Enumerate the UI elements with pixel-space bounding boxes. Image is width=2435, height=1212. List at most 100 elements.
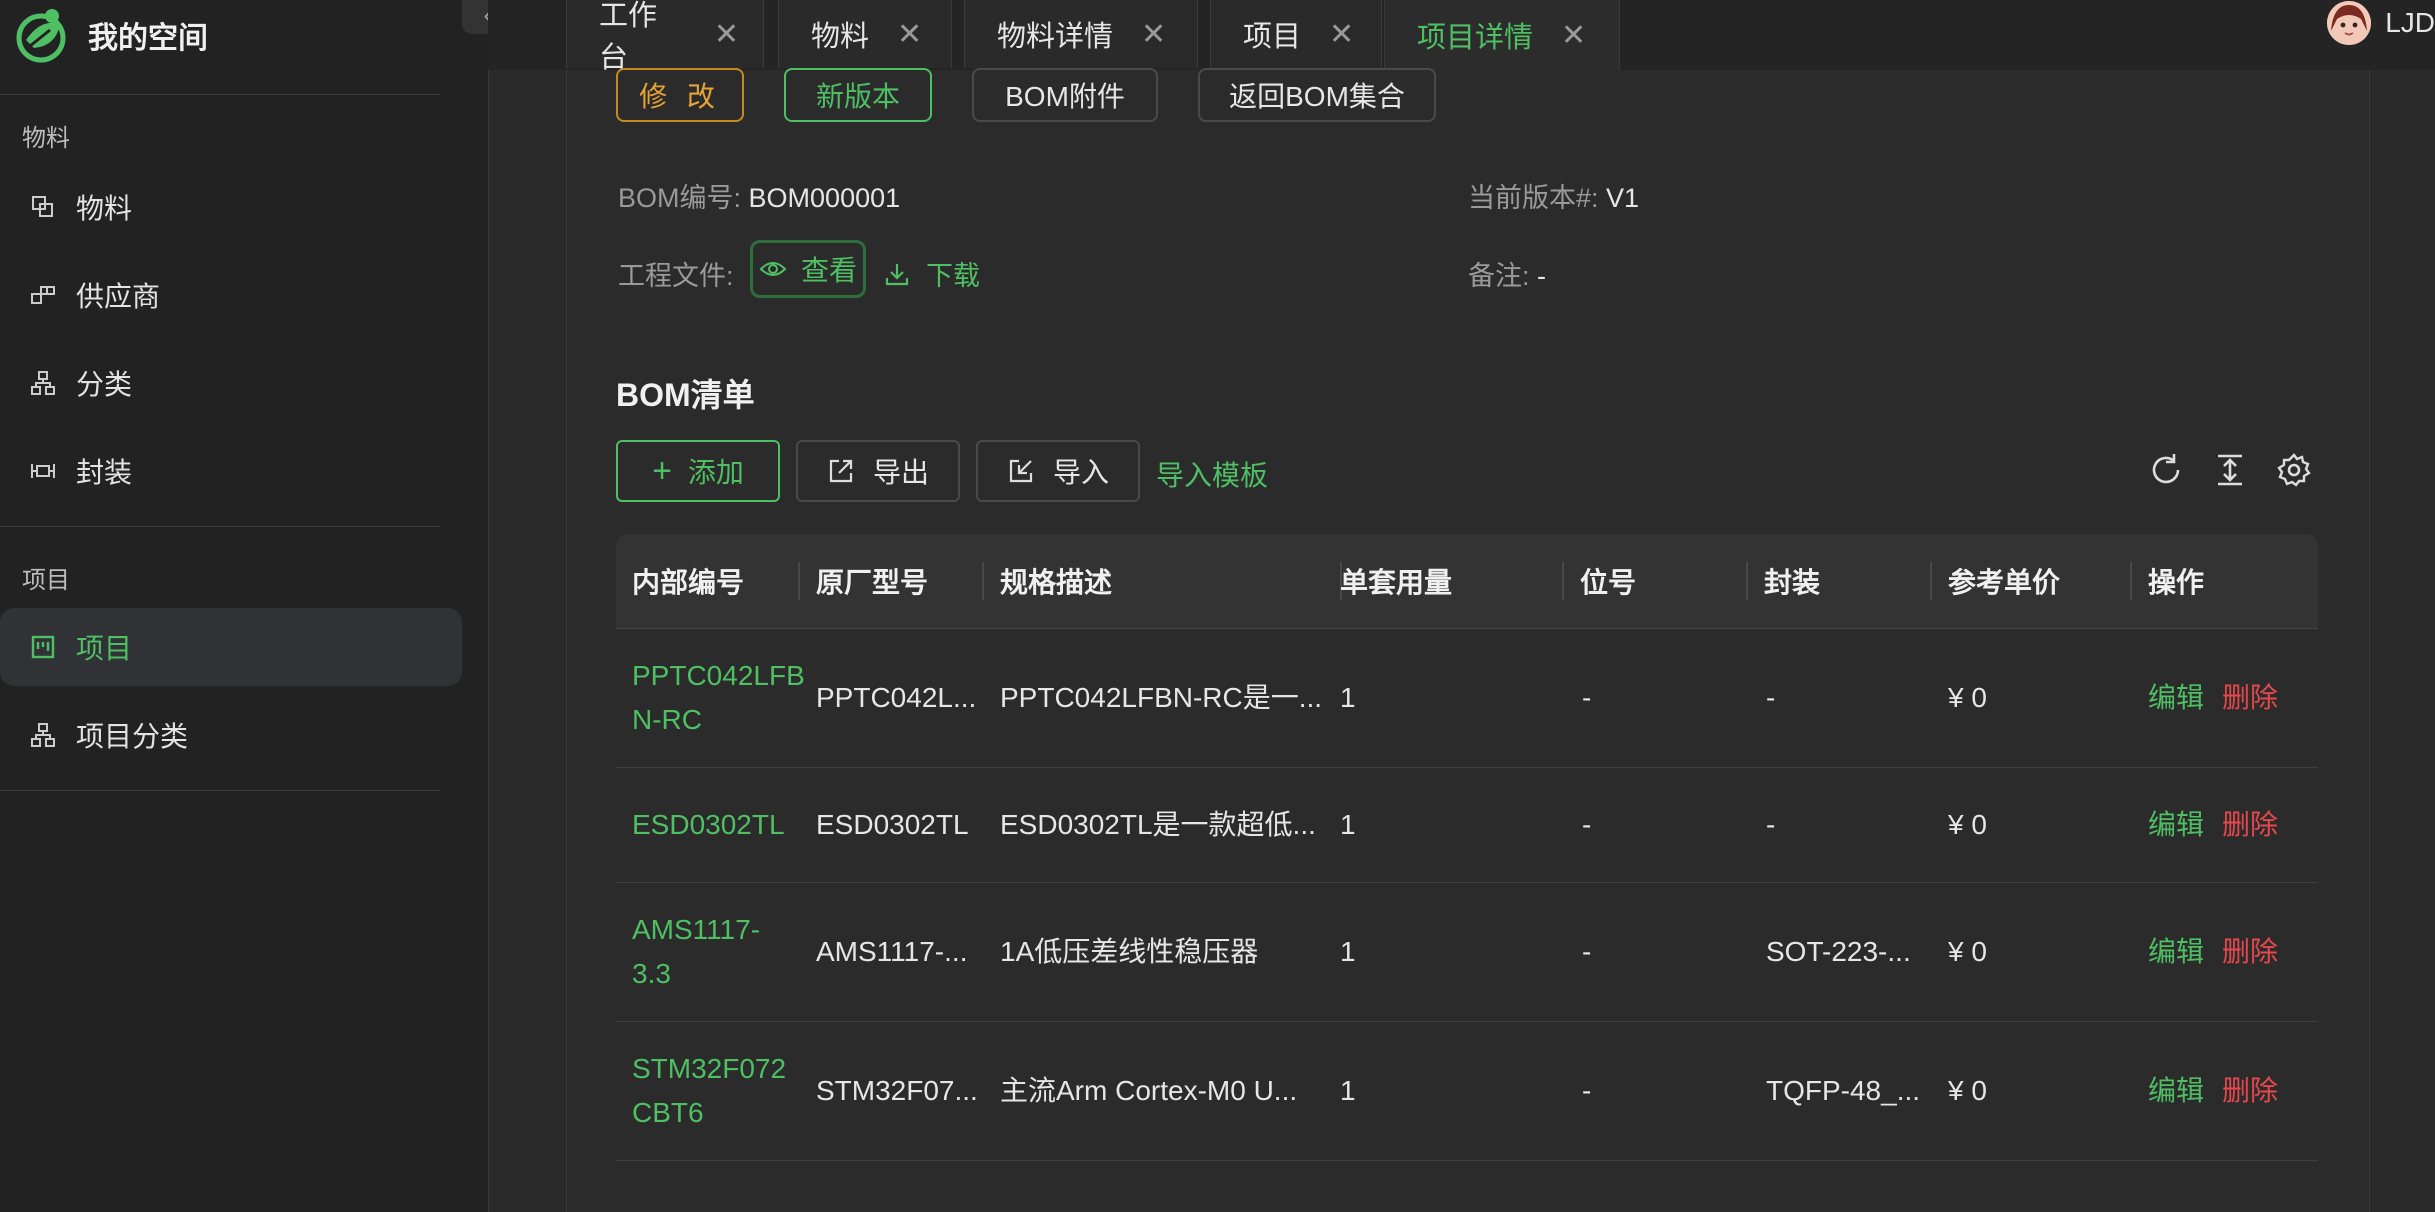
internal-code-link[interactable]: AMS1117- 3.3 [632, 883, 802, 1021]
sidebar-item-project-categories[interactable]: 项目分类 [0, 696, 462, 774]
close-icon[interactable]: ✕ [897, 17, 922, 52]
sidebar-item-label: 项目分类 [76, 721, 189, 752]
quantity-cell: 1 [1340, 1075, 1356, 1106]
view-file-button[interactable]: 查看 [750, 240, 866, 298]
edit-link[interactable]: 编辑 [2148, 676, 2204, 720]
model-cell: PPTC042L... [816, 682, 977, 713]
tab-material-detail[interactable]: 物料详情 ✕ [964, 0, 1198, 68]
column-divider [1930, 562, 1932, 600]
edit-link[interactable]: 编辑 [2148, 930, 2204, 974]
new-version-button[interactable]: 新版本 [784, 68, 932, 122]
delete-link[interactable]: 删除 [2222, 676, 2278, 720]
sidebar-item-suppliers[interactable]: 供应商 [0, 256, 462, 334]
eye-icon [759, 262, 787, 276]
delete-link[interactable]: 删除 [2222, 1069, 2278, 1113]
position-cell: - [1582, 1075, 1592, 1106]
view-label: 查看 [800, 255, 857, 286]
tab-label: 项目 [1243, 21, 1302, 53]
bom-no-label: BOM编号: [618, 183, 742, 213]
sidebar-group-title: 项目 [22, 567, 70, 594]
note-value: - [1537, 261, 1547, 291]
delete-link[interactable]: 删除 [2222, 803, 2278, 847]
avatar [2327, 1, 2372, 45]
tab-workbench[interactable]: 工作台 ✕ [566, 0, 764, 74]
tab-label: 物料详情 [997, 21, 1114, 53]
back-to-bom-set-button[interactable]: 返回BOM集合 [1198, 68, 1436, 122]
sidebar-item-label: 物料 [76, 193, 133, 224]
column-header: 规格描述 [1000, 567, 1113, 598]
close-icon[interactable]: ✕ [714, 17, 739, 52]
add-button[interactable]: + 添加 [616, 440, 780, 502]
close-icon[interactable]: ✕ [1329, 17, 1354, 52]
import-label: 导入 [1052, 457, 1109, 488]
import-icon [1009, 459, 1033, 483]
settings-icon[interactable] [2276, 452, 2312, 488]
code-line: ESD0302TL [632, 809, 785, 840]
sidebar-item-label: 供应商 [76, 281, 161, 312]
column-height-icon[interactable] [2212, 452, 2248, 488]
version-label: 当前版本#: [1468, 183, 1599, 213]
description-cell: 1A低压差线性稳压器 [1000, 936, 1259, 967]
tab-bar: 工作台 ✕ 物料 ✕ 物料详情 ✕ 项目 ✕ 项目详情 ✕ LJD [488, 0, 2435, 74]
code-line: N-RC [632, 704, 702, 735]
code-line: PPTC042LFB [632, 660, 805, 691]
sidebar-item-materials[interactable]: 物料 [0, 168, 462, 246]
user-menu[interactable]: LJD [2327, 0, 2435, 46]
download-label: 下载 [926, 261, 980, 291]
close-icon[interactable]: ✕ [1561, 18, 1586, 53]
sidebar-group-title: 物料 [22, 125, 70, 152]
price-cell: ¥ 0 [1948, 809, 1987, 840]
internal-code-link[interactable]: ESD0302TL [632, 768, 802, 882]
divider [0, 94, 440, 95]
actions-cell: 编辑 删除 [2148, 768, 2278, 882]
app-title: 我的空间 [88, 22, 208, 55]
actions-cell: 编辑 删除 [2148, 1022, 2278, 1160]
download-link[interactable]: 下载 [884, 254, 980, 293]
version-value: V1 [1606, 183, 1640, 213]
package-cell: - [1766, 809, 1776, 840]
table-row: STM32F072 CBT6 STM32F07... 主流Arm Cortex-M… [616, 1022, 2318, 1161]
refresh-icon[interactable] [2148, 452, 2184, 488]
import-button[interactable]: 导入 [976, 440, 1140, 502]
column-divider [1562, 562, 1564, 600]
edit-link[interactable]: 编辑 [2148, 803, 2204, 847]
tab-materials[interactable]: 物料 ✕ [778, 0, 952, 68]
internal-code-link[interactable]: STM32F072 CBT6 [632, 1022, 802, 1160]
model-cell: AMS1117-... [816, 936, 968, 967]
cluster-icon [30, 282, 56, 308]
close-icon[interactable]: ✕ [1141, 17, 1166, 52]
column-header: 参考单价 [1948, 567, 2061, 598]
brand[interactable]: 我的空间 [12, 4, 208, 66]
quantity-cell: 1 [1340, 809, 1356, 840]
sidebar-item-projects[interactable]: 项目 [0, 608, 462, 686]
edit-link[interactable]: 编辑 [2148, 1069, 2204, 1113]
sidebar-item-label: 分类 [76, 369, 133, 400]
code-line: CBT6 [632, 1097, 704, 1128]
bom-attachment-button[interactable]: BOM附件 [972, 68, 1158, 122]
quantity-cell: 1 [1340, 936, 1356, 967]
package-cell: - [1766, 682, 1776, 713]
tab-project-detail[interactable]: 项目详情 ✕ [1384, 0, 1620, 70]
model-cell: ESD0302TL [816, 809, 969, 840]
sidebar-item-packages[interactable]: 封装 [0, 432, 462, 510]
import-template-link[interactable]: 导入模板 [1156, 454, 1268, 494]
download-icon [885, 263, 909, 285]
export-button[interactable]: 导出 [796, 440, 960, 502]
add-label: 添加 [687, 457, 744, 488]
package-icon [30, 458, 56, 484]
export-label: 导出 [872, 457, 929, 488]
sidebar-item-categories[interactable]: 分类 [0, 344, 462, 422]
price-cell: ¥ 0 [1948, 682, 1987, 713]
modify-button[interactable]: 修 改 [616, 68, 744, 122]
board-icon [30, 634, 56, 660]
delete-link[interactable]: 删除 [2222, 930, 2278, 974]
version-field: 当前版本#: V1 [1468, 176, 1639, 215]
column-divider [982, 562, 984, 600]
tab-projects[interactable]: 项目 ✕ [1210, 0, 1382, 68]
internal-code-link[interactable]: PPTC042LFB N-RC [632, 629, 805, 767]
code-line: 3.3 [632, 958, 671, 989]
hierarchy-icon [30, 722, 56, 748]
bom-no-field: BOM编号: BOM000001 [618, 176, 900, 215]
code-line: AMS1117- [632, 914, 761, 945]
column-divider [2130, 562, 2132, 600]
